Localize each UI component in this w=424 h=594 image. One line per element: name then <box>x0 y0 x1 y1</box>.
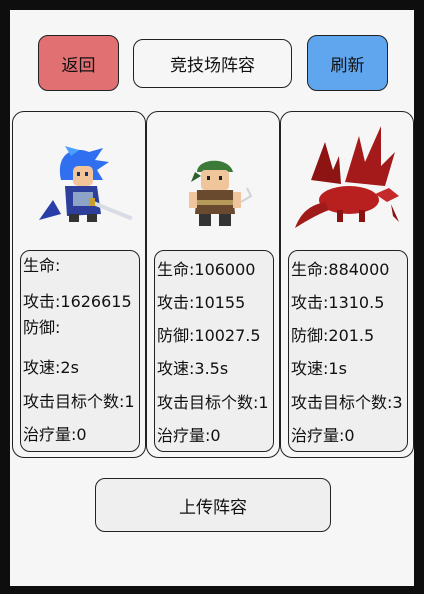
back-button[interactable]: 返回 <box>38 35 119 91</box>
defense-stat: 防御:201.5 <box>291 326 375 345</box>
target-count-stat: 攻击目标个数:3 <box>291 393 403 412</box>
red-dragon-sprite <box>295 126 399 228</box>
heal-stat: 治疗量:0 <box>157 426 221 445</box>
heal-stat: 治疗量:0 <box>23 425 87 444</box>
refresh-button[interactable]: 刷新 <box>307 35 388 91</box>
attack-speed-stat: 攻速:3.5s <box>157 359 229 378</box>
stats-panel: 生命:106000 攻击:10155 防御:10027.5 攻速:3.5s 攻击… <box>154 250 274 452</box>
hero-card-1[interactable]: 生命: 攻击:1626615 防御: 攻速:2s 攻击目标个数:1 治疗量:0 <box>12 111 146 458</box>
defense-stat: 防御: <box>23 318 61 337</box>
defense-stat: 防御:10027.5 <box>157 326 261 345</box>
heal-stat: 治疗量:0 <box>291 426 355 445</box>
arena-lineup-screen: 返回 竞技场阵容 刷新 生命: 攻击:1626615 防御: 攻速:2s 攻击目… <box>10 10 414 586</box>
blue-haired-swordsman-sprite <box>39 146 133 222</box>
attack-stat: 攻击:1626615 <box>23 292 132 311</box>
target-count-stat: 攻击目标个数:1 <box>157 393 269 412</box>
hp-stat: 生命: <box>23 256 61 275</box>
hp-stat: 生命:884000 <box>291 260 390 279</box>
target-count-stat: 攻击目标个数:1 <box>23 392 135 411</box>
page-title: 竞技场阵容 <box>133 39 292 88</box>
stats-panel: 生命: 攻击:1626615 防御: 攻速:2s 攻击目标个数:1 治疗量:0 <box>20 250 140 452</box>
hp-stat: 生命:106000 <box>157 260 256 279</box>
attack-speed-stat: 攻速:1s <box>291 359 347 378</box>
hero-card-3[interactable]: 生命:884000 攻击:1310.5 防御:201.5 攻速:1s 攻击目标个… <box>280 111 414 458</box>
upload-lineup-button[interactable]: 上传阵容 <box>95 478 331 532</box>
attack-stat: 攻击:1310.5 <box>291 293 385 312</box>
attack-speed-stat: 攻速:2s <box>23 358 79 377</box>
hero-card-2[interactable]: 生命:106000 攻击:10155 防御:10027.5 攻速:3.5s 攻击… <box>146 111 280 458</box>
green-bandana-fighter-sprite <box>189 160 253 226</box>
attack-stat: 攻击:10155 <box>157 293 246 312</box>
stats-panel: 生命:884000 攻击:1310.5 防御:201.5 攻速:1s 攻击目标个… <box>288 250 408 452</box>
